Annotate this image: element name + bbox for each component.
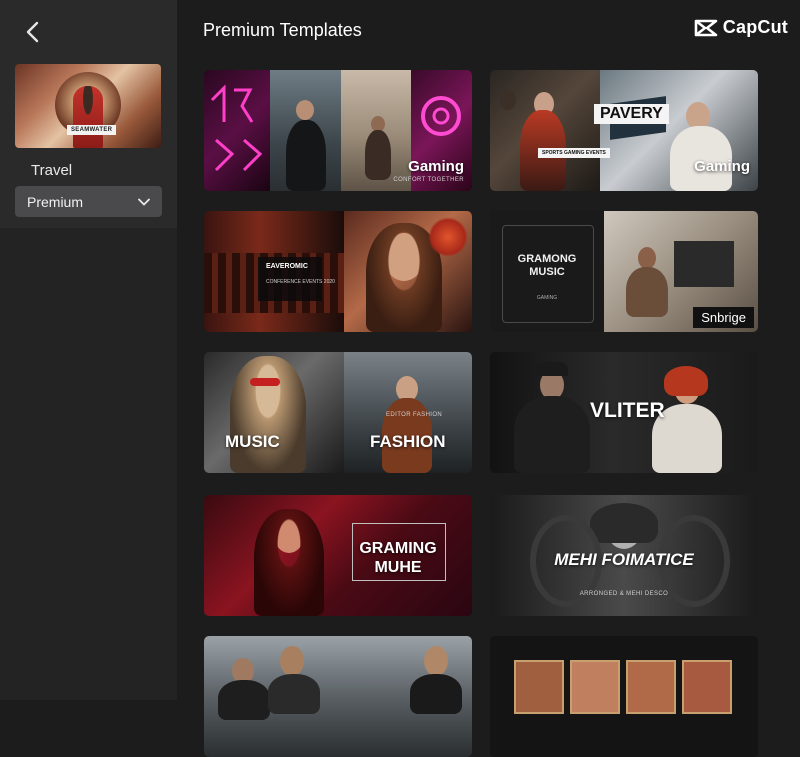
sidebar: SEAMWATER Travel Premium [0, 0, 177, 700]
woman-hair [664, 366, 708, 396]
tier-dropdown[interactable]: Premium [15, 186, 162, 217]
man-body [626, 267, 668, 317]
frame-2 [570, 660, 620, 714]
capcut-logo: CapCut [694, 17, 788, 38]
frame-1 [514, 660, 564, 714]
card-caption-left: MUSIC [225, 432, 280, 451]
man-head [296, 100, 314, 120]
neon-glyph-icon [210, 84, 263, 172]
template-card-vliter[interactable]: VLITER [490, 352, 758, 473]
person-body-2 [268, 674, 320, 714]
filmstrip-bg [490, 636, 758, 757]
bg-figure [500, 90, 516, 110]
capcut-logo-icon [694, 19, 718, 36]
group-bg [204, 636, 472, 757]
studio-gear [674, 241, 734, 287]
person-body-1 [218, 680, 270, 720]
woman-body [365, 130, 391, 180]
person-head-2 [280, 646, 304, 676]
man-body [514, 396, 590, 473]
card-badge: Snbrige [693, 307, 754, 328]
woman-hair [590, 503, 658, 543]
card-subcaption: CONFORT TOGETHER [393, 177, 464, 183]
woman-hair [254, 509, 324, 616]
woman-segment [341, 70, 411, 191]
overlay-title: PAVERY [594, 104, 669, 124]
woman-figure [230, 356, 306, 473]
collage-left [490, 70, 600, 191]
man-body [286, 120, 326, 191]
page-title: Premium Templates [203, 20, 362, 40]
category-label: Travel [31, 162, 73, 179]
overlay-subcaption: SPORTS GAMING EVENTS [538, 148, 610, 158]
template-card-gaming-2[interactable]: PAVERY SPORTS GAMING EVENTS Gaming [490, 70, 758, 191]
cap-graphic [536, 362, 568, 376]
overlay-title: GRAMONG MUSIC [517, 253, 577, 278]
music-segment [204, 352, 344, 473]
template-card-event[interactable]: EAVEROMIC CONFERENCE EVENTS 2020 [204, 211, 472, 332]
person-body-3 [410, 674, 462, 714]
card-caption: Gaming [694, 158, 750, 175]
thumbnail-tag: SEAMWATER [67, 125, 117, 135]
portrait-segment [344, 211, 472, 332]
person-head-3 [424, 646, 448, 676]
card-caption: VLITER [590, 399, 665, 422]
card-caption-right: FASHION [370, 432, 446, 451]
template-card-music-fashion[interactable]: MUSIC FASHION EDITOR FASHION [204, 352, 472, 473]
frame-3 [626, 660, 676, 714]
sunglasses-graphic [250, 378, 280, 386]
music-panel: GRAMONG MUSIC GAMING [490, 211, 604, 332]
overlay-subcaption: CONFERENCE EVENTS 2020 [266, 279, 335, 285]
chevron-left-icon [26, 21, 39, 43]
crowd-segment: EAVEROMIC CONFERENCE EVENTS 2020 [204, 211, 344, 332]
template-card-partial-2[interactable] [490, 636, 758, 757]
card-caption: Gaming [408, 158, 464, 175]
dropdown-value: Premium [27, 193, 84, 210]
neon-segment [204, 70, 270, 191]
man-segment [270, 70, 341, 191]
template-card-music[interactable]: GRAMONG MUSIC GAMING Snbrige [490, 211, 758, 332]
back-button[interactable] [20, 18, 44, 46]
template-card-graming[interactable]: GRAMING MUHE [204, 495, 472, 616]
traveler-figure [73, 86, 103, 148]
card-subcaption-right: EDITOR FASHION [386, 412, 443, 418]
brand-name: CapCut [722, 17, 788, 37]
template-card-partial-1[interactable] [204, 636, 472, 757]
frame-4 [682, 660, 732, 714]
flower-graphic [428, 217, 468, 257]
card-subcaption: ARRONGED & MEHI DESCO [579, 591, 669, 597]
man-head [638, 247, 656, 269]
category-thumbnail[interactable]: SEAMWATER [15, 64, 161, 148]
card-caption: GRAMING MUHE [359, 540, 437, 576]
template-card-gaming-1[interactable]: Gaming CONFORT TOGETHER [204, 70, 472, 191]
template-card-mehi[interactable]: MEHI FOIMATICE ARRONGED & MEHI DESCO [490, 495, 758, 616]
card-caption: MEHI FOIMATICE [554, 550, 694, 569]
overlay-subcaption: GAMING [536, 295, 558, 301]
overlay-title: EAVEROMIC [266, 263, 308, 270]
chevron-down-icon [138, 198, 150, 206]
